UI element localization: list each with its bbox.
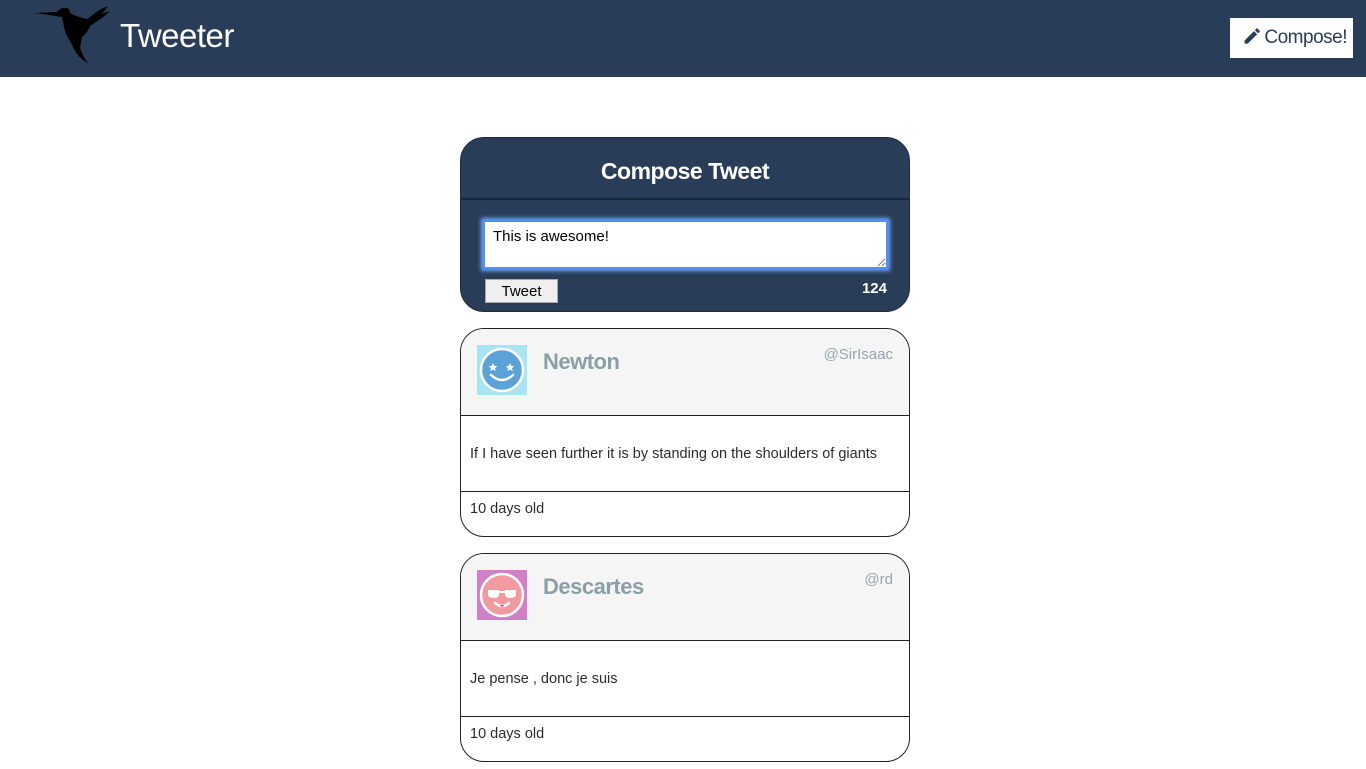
brand-title: Tweeter: [120, 17, 234, 54]
tweet-author-name: Newton: [543, 349, 620, 374]
top-navbar: Tweeter Compose!: [0, 0, 1366, 77]
character-counter: 124: [861, 280, 887, 297]
tweet-content: If I have seen further it is by standing…: [461, 416, 909, 492]
pencil-icon: [1244, 28, 1260, 44]
compose-title: Compose Tweet: [461, 138, 909, 200]
tweet-content: Je pense , donc je suis: [461, 641, 909, 717]
tweet-header: Newton @SirIsaac: [461, 329, 909, 416]
tweet-age: 10 days old: [470, 726, 545, 742]
compose-tweet-panel: Compose Tweet This is awesome! Tweet 124: [460, 137, 910, 312]
tweet-card: Newton @SirIsaac If I have seen further …: [460, 328, 910, 537]
tweet-age: 10 days old: [470, 501, 545, 517]
avatar-star-eyes-icon: [477, 345, 527, 395]
tweet-card: Descartes @rd Je pense , donc je suis 10…: [460, 553, 910, 762]
tweet-author-handle: @rd: [864, 571, 893, 588]
tweet-author-name: Descartes: [543, 574, 644, 599]
avatar-sunglasses-icon: [477, 570, 527, 620]
compose-button-label: Compose!: [1264, 27, 1347, 48]
tweet-author-handle: @SirIsaac: [823, 346, 893, 363]
compose-toggle-button[interactable]: Compose!: [1230, 18, 1353, 58]
hummingbird-logo-icon: [32, 6, 110, 63]
tweet-textarea[interactable]: This is awesome!: [483, 220, 888, 269]
tweet-header: Descartes @rd: [461, 554, 909, 641]
tweet-submit-button[interactable]: Tweet: [485, 279, 558, 303]
